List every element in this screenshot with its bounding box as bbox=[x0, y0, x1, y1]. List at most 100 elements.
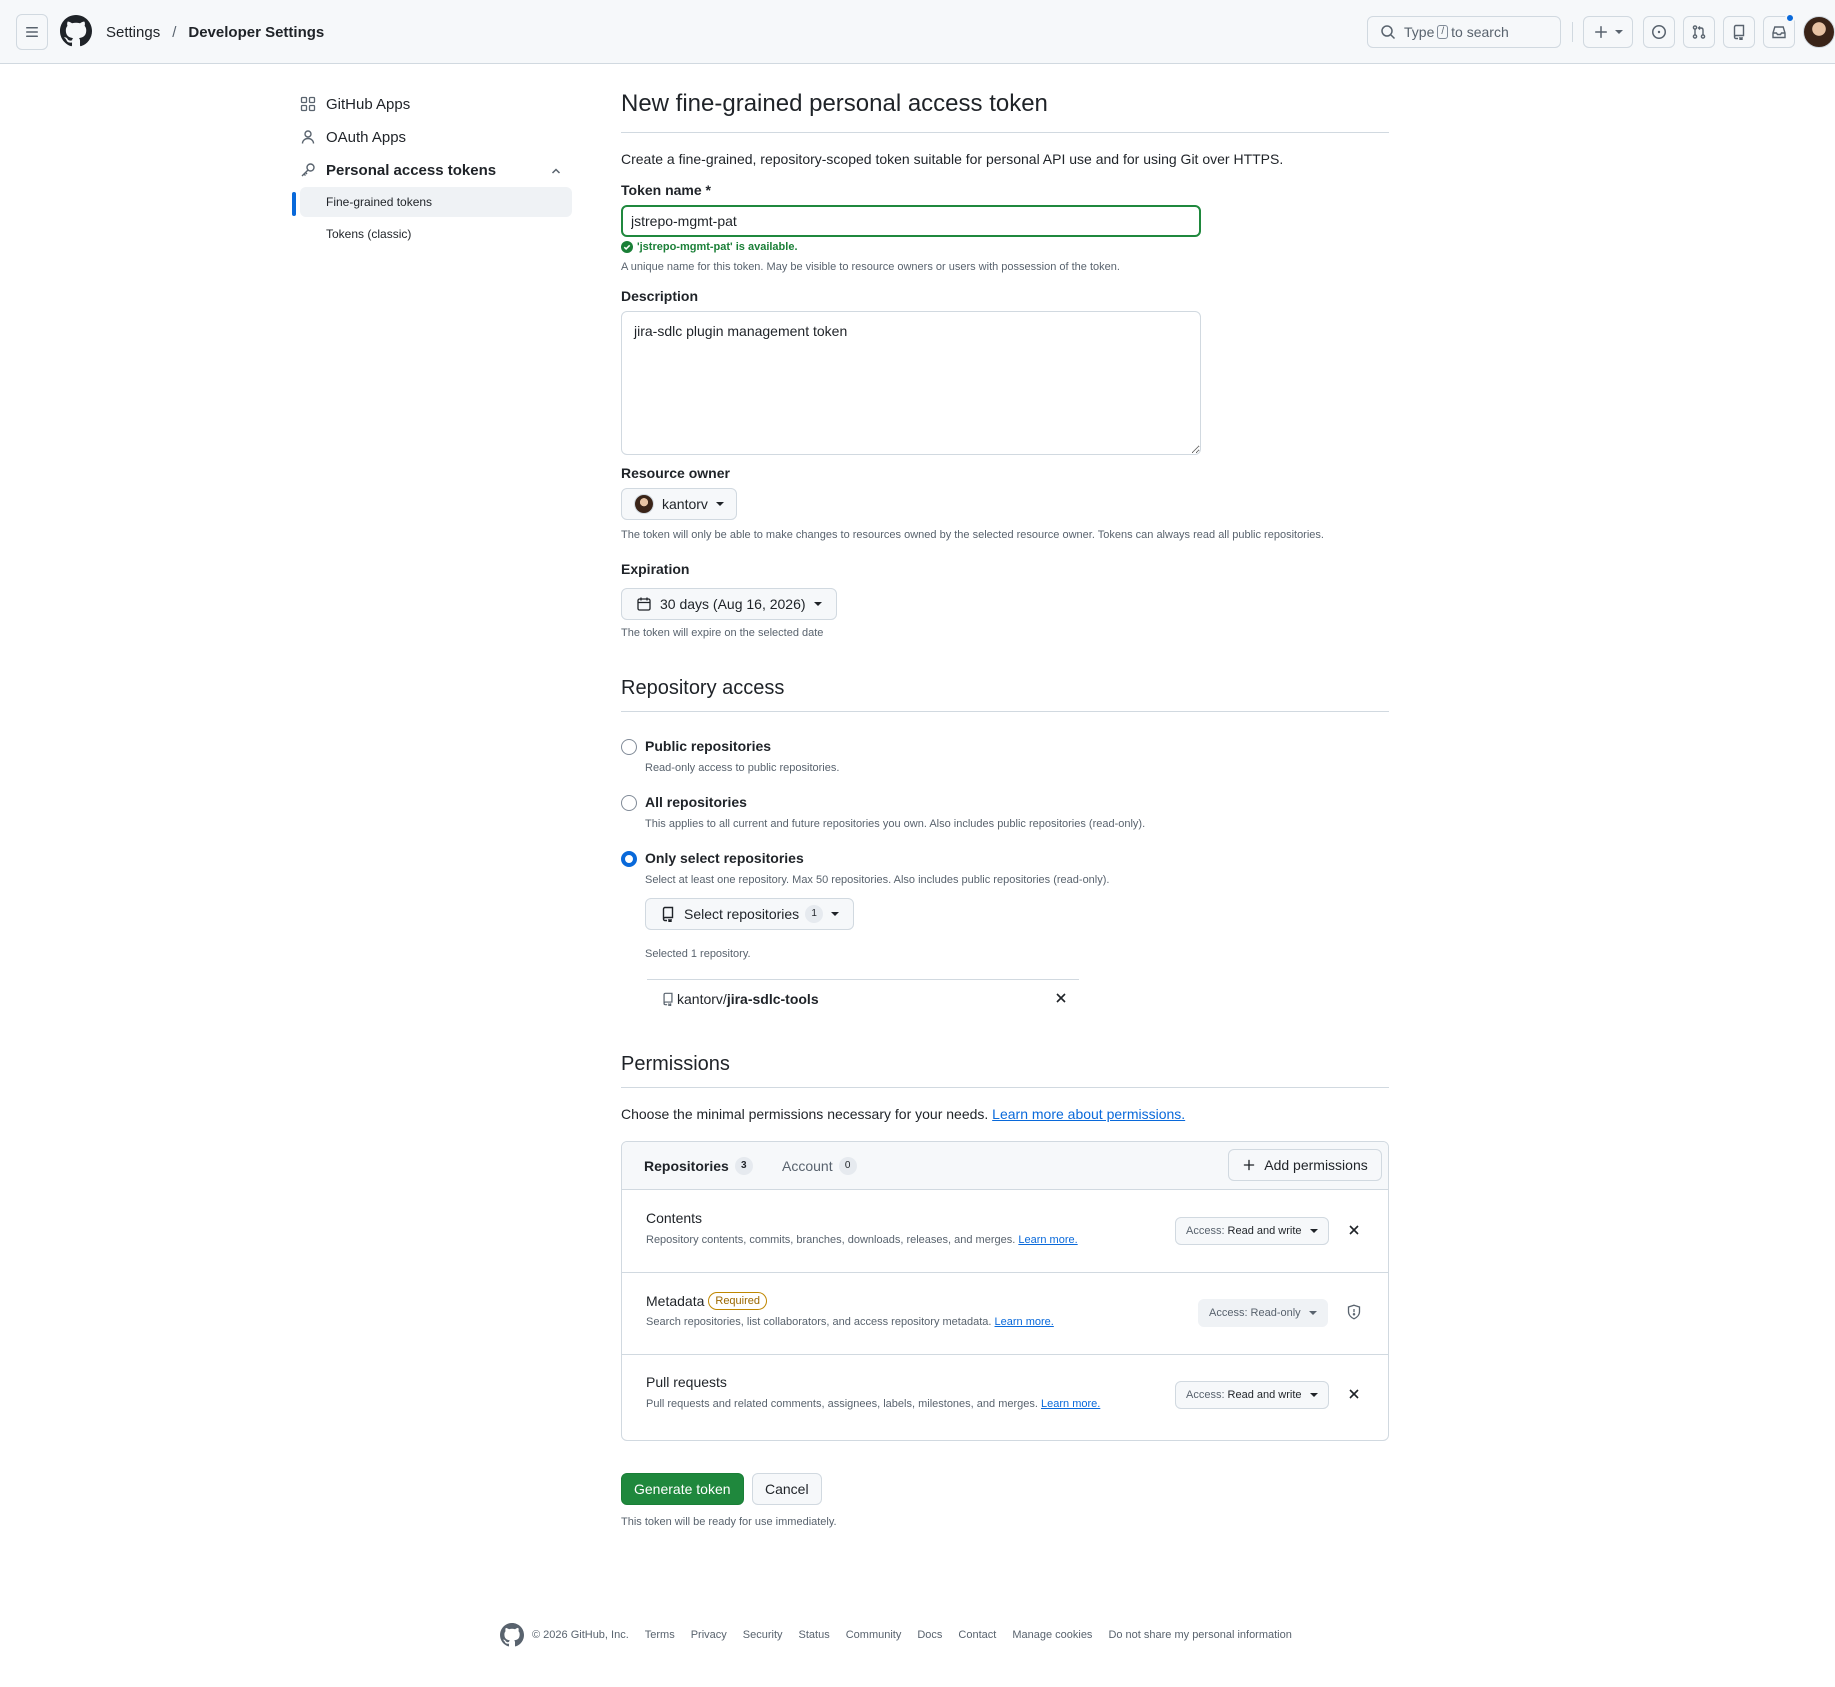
generate-token-button[interactable]: Generate token bbox=[621, 1473, 744, 1505]
sidebar-subitem-label: Fine-grained tokens bbox=[326, 195, 433, 209]
breadcrumb-settings[interactable]: Settings bbox=[106, 24, 160, 41]
notification-indicator bbox=[1785, 13, 1795, 23]
github-logo-icon[interactable] bbox=[500, 1623, 524, 1647]
add-permissions-button[interactable]: Add permissions bbox=[1228, 1149, 1382, 1181]
learn-more-link[interactable]: Learn more. bbox=[1041, 1398, 1100, 1410]
public-repositories-label[interactable]: Public repositories bbox=[645, 738, 771, 754]
description-label: Description bbox=[621, 288, 699, 304]
chevron-up-icon[interactable] bbox=[550, 165, 562, 177]
repositories-button[interactable] bbox=[1723, 16, 1755, 48]
permissions-tabs: Repositories 3 Account 0 Add permissions bbox=[622, 1142, 1388, 1190]
token-name-label: Token name * bbox=[621, 182, 711, 198]
select-repositories-label: Select repositories bbox=[684, 906, 800, 922]
repo-icon bbox=[662, 906, 674, 922]
permission-title: Metadata Required bbox=[646, 1292, 768, 1310]
footer-link-do-not-share[interactable]: Do not share my personal information bbox=[1108, 1629, 1291, 1641]
permission-description-text: Pull requests and related comments, assi… bbox=[646, 1398, 1038, 1410]
repository-access-divider bbox=[621, 711, 1389, 712]
required-badge: Required bbox=[708, 1292, 768, 1310]
access-level-dropdown[interactable]: Access: Read and write bbox=[1175, 1217, 1329, 1245]
permissions-divider bbox=[621, 1087, 1389, 1088]
tab-repositories[interactable]: Repositories 3 bbox=[644, 1157, 753, 1175]
token-name-availability: 'jstrepo-mgmt-pat' is available. bbox=[621, 241, 798, 253]
issues-button[interactable] bbox=[1643, 16, 1675, 48]
sidebar-subitem-fine-grained-tokens[interactable]: Fine-grained tokens bbox=[300, 187, 572, 217]
sidebar-item-github-apps[interactable]: GitHub Apps bbox=[300, 89, 410, 119]
radio-public-repositories[interactable] bbox=[621, 739, 637, 755]
user-avatar[interactable] bbox=[1803, 16, 1835, 48]
key-icon bbox=[301, 163, 315, 177]
main-content: New fine-grained personal access token C… bbox=[621, 0, 1389, 1687]
search-input[interactable]: Type / to search bbox=[1367, 16, 1561, 48]
access-level-dropdown: Access: Read-only bbox=[1198, 1299, 1328, 1327]
expiration-note: The token will expire on the selected da… bbox=[621, 627, 824, 639]
learn-more-permissions-link[interactable]: Learn more about permissions. bbox=[992, 1106, 1185, 1122]
close-icon[interactable] bbox=[1055, 992, 1067, 1004]
tab-account[interactable]: Account 0 bbox=[782, 1157, 857, 1175]
footer-link-security[interactable]: Security bbox=[743, 1629, 783, 1641]
selected-repositories-summary: Selected 1 repository. bbox=[645, 948, 751, 960]
search-prefix: Type bbox=[1404, 24, 1435, 40]
close-icon[interactable] bbox=[1348, 1224, 1360, 1236]
pull-requests-button[interactable] bbox=[1683, 16, 1715, 48]
resource-owner-dropdown[interactable]: kantorv bbox=[621, 488, 737, 520]
footer-link-terms[interactable]: Terms bbox=[645, 1629, 675, 1641]
sidebar-item-label: Personal access tokens bbox=[326, 161, 497, 179]
access-level-dropdown[interactable]: Access: Read and write bbox=[1175, 1381, 1329, 1409]
footer-link-status[interactable]: Status bbox=[799, 1629, 830, 1641]
expiration-dropdown[interactable]: 30 days (Aug 16, 2026) bbox=[621, 588, 837, 620]
sidebar-item-personal-access-tokens[interactable]: Personal access tokens bbox=[300, 155, 496, 185]
menu-button[interactable] bbox=[16, 14, 48, 50]
public-repositories-note: Read-only access to public repositories. bbox=[645, 762, 840, 774]
header-divider bbox=[1572, 22, 1573, 42]
access-value: Read and write bbox=[1227, 1225, 1302, 1237]
person-icon bbox=[301, 130, 315, 144]
only-select-repositories-note: Select at least one repository. Max 50 r… bbox=[645, 874, 1110, 886]
footer-link-community[interactable]: Community bbox=[846, 1629, 902, 1641]
radio-all-repositories[interactable] bbox=[621, 795, 637, 811]
breadcrumb: Settings / Developer Settings bbox=[106, 22, 324, 42]
page-intro: Create a fine-grained, repository-scoped… bbox=[621, 151, 1284, 167]
repo-icon bbox=[1733, 24, 1745, 40]
sidebar-subitem-tokens-classic[interactable]: Tokens (classic) bbox=[300, 219, 572, 249]
page-footer: © 2026 GitHub, Inc. Terms Privacy Securi… bbox=[500, 1623, 1308, 1647]
sidebar-item-oauth-apps[interactable]: OAuth Apps bbox=[300, 122, 406, 152]
all-repositories-label[interactable]: All repositories bbox=[645, 794, 747, 810]
inbox-icon bbox=[1772, 26, 1786, 39]
resource-owner-label: Resource owner bbox=[621, 465, 730, 481]
token-name-input[interactable] bbox=[621, 205, 1201, 237]
github-logo-icon[interactable] bbox=[60, 15, 92, 47]
create-new-button[interactable] bbox=[1583, 16, 1633, 48]
footer-link-docs[interactable]: Docs bbox=[917, 1629, 942, 1641]
permission-title: Contents bbox=[646, 1210, 702, 1226]
tab-label: Repositories bbox=[644, 1158, 729, 1174]
cancel-button[interactable]: Cancel bbox=[752, 1473, 822, 1505]
sidebar-subitem-label: Tokens (classic) bbox=[326, 227, 412, 241]
plus-icon bbox=[1595, 26, 1607, 38]
permission-row-contents: Contents Repository contents, commits, b… bbox=[622, 1191, 1388, 1273]
tab-count: 0 bbox=[838, 1157, 857, 1175]
breadcrumb-developer-settings[interactable]: Developer Settings bbox=[188, 24, 324, 41]
token-name-note: A unique name for this token. May be vis… bbox=[621, 261, 1120, 273]
footer-link-contact[interactable]: Contact bbox=[958, 1629, 996, 1641]
learn-more-link[interactable]: Learn more. bbox=[995, 1316, 1054, 1328]
access-value: Read and write bbox=[1227, 1389, 1302, 1401]
hamburger-icon bbox=[26, 27, 38, 37]
select-repositories-count: 1 bbox=[805, 905, 824, 923]
description-textarea[interactable]: jira-sdlc plugin management token bbox=[621, 311, 1201, 455]
learn-more-link[interactable]: Learn more. bbox=[1018, 1234, 1077, 1246]
permissions-heading: Permissions bbox=[621, 1053, 730, 1075]
footer-copyright: © 2026 GitHub, Inc. bbox=[532, 1629, 629, 1641]
footer-link-manage-cookies[interactable]: Manage cookies bbox=[1012, 1629, 1092, 1641]
footer-link-privacy[interactable]: Privacy bbox=[691, 1629, 727, 1641]
git-pull-request-icon bbox=[1692, 25, 1706, 39]
owner-avatar bbox=[634, 494, 654, 514]
radio-only-select-repositories[interactable] bbox=[621, 851, 637, 867]
permission-title: Pull requests bbox=[646, 1374, 727, 1390]
access-key: Access: bbox=[1186, 1389, 1225, 1401]
close-icon[interactable] bbox=[1348, 1388, 1360, 1400]
access-key: Access: bbox=[1186, 1225, 1225, 1237]
title-divider bbox=[621, 132, 1389, 133]
select-repositories-button[interactable]: Select repositories 1 bbox=[645, 898, 855, 930]
only-select-repositories-label[interactable]: Only select repositories bbox=[645, 850, 804, 866]
